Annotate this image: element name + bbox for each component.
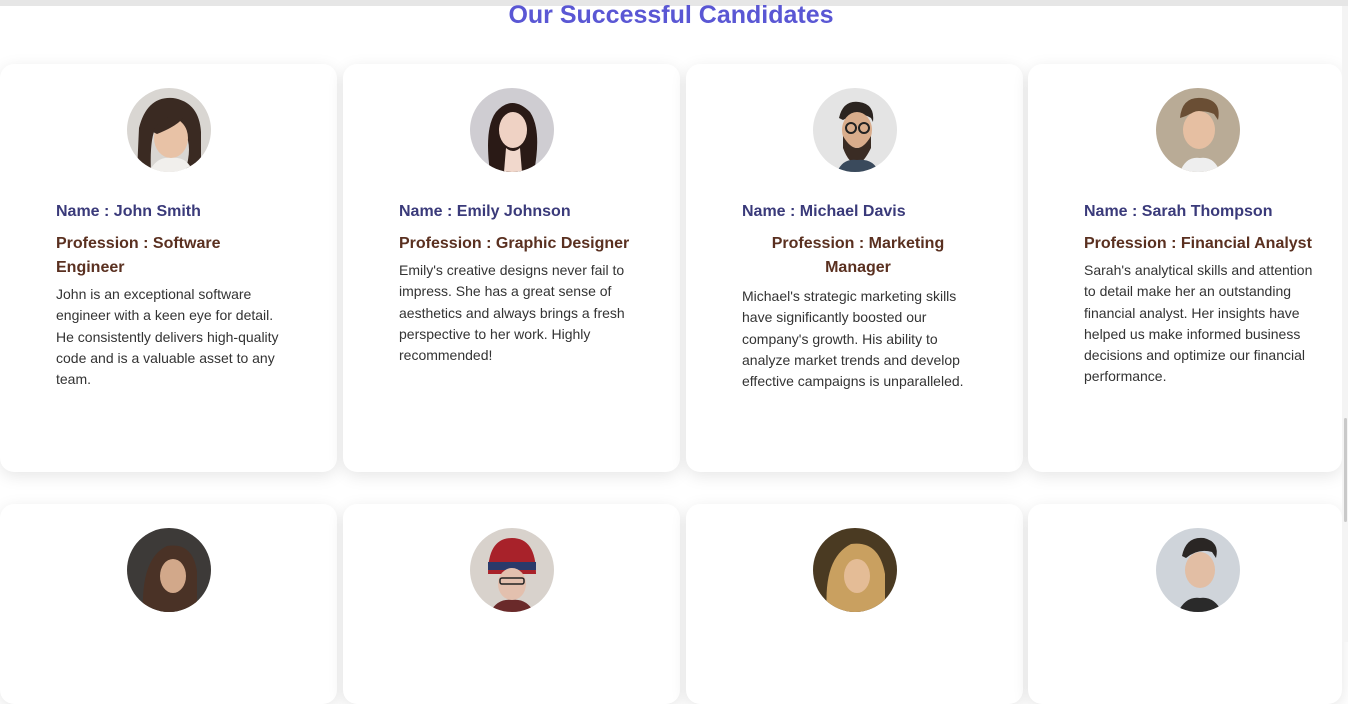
candidate-profession: Profession : Marketing Manager (771, 235, 945, 276)
candidate-name: Name : Michael Davis (742, 203, 906, 220)
candidate-card: Name : Michael Davis Profession : Market… (686, 64, 1023, 472)
candidate-info: Name : Emily Johnson Profession : Graphi… (399, 200, 631, 366)
candidate-card: Name : John Smith Profession : Software … (0, 64, 337, 472)
candidate-avatar (812, 528, 897, 612)
candidate-card: Name : Sarah Thompson Profession : Finan… (1028, 64, 1342, 472)
avatar-photo-icon (126, 528, 211, 612)
candidate-avatar (469, 528, 554, 612)
section-title: Our Successful Candidates (508, 1, 834, 29)
candidate-avatar (1156, 528, 1240, 612)
candidate-description: Sarah's analytical skills and attention … (1084, 262, 1313, 385)
candidate-card: Name : Emily Johnson Profession : Graphi… (343, 64, 680, 472)
candidate-avatar (126, 528, 211, 612)
candidate-profession: Profession : Software Engineer (56, 235, 221, 276)
candidate-card (0, 504, 337, 704)
candidate-profession: Profession : Graphic Designer (399, 235, 630, 252)
candidate-avatar (469, 88, 554, 172)
avatar-photo-icon (469, 528, 554, 612)
avatar-photo-icon (469, 88, 554, 172)
candidate-avatar (126, 88, 211, 172)
candidate-card (686, 504, 1023, 704)
candidate-name: Name : Emily Johnson (399, 203, 571, 220)
avatar-photo-icon (126, 88, 211, 172)
candidate-info: Name : Sarah Thompson Profession : Finan… (1084, 200, 1324, 388)
avatar-photo-icon (1156, 528, 1240, 612)
candidate-info: Name : Michael Davis Profession : Market… (742, 200, 974, 392)
scrollbar-track[interactable] (1342, 6, 1348, 642)
candidate-info: Name : John Smith Profession : Software … (56, 200, 288, 390)
candidate-name: Name : Sarah Thompson (1084, 203, 1273, 220)
candidate-profession: Profession : Financial Analyst (1084, 235, 1312, 252)
candidate-description: Michael's strategic marketing skills hav… (742, 288, 964, 390)
candidate-card (1028, 504, 1342, 704)
avatar-photo-icon (812, 88, 897, 172)
candidate-avatar (1156, 88, 1240, 172)
avatar-photo-icon (1156, 88, 1240, 172)
candidate-name: Name : John Smith (56, 203, 201, 220)
scrollbar-thumb[interactable] (1344, 418, 1347, 522)
candidate-description: Emily's creative designs never fail to i… (399, 262, 625, 364)
candidate-description: John is an exceptional software engineer… (56, 286, 279, 388)
candidate-card (343, 504, 680, 704)
candidate-avatar (812, 88, 897, 172)
avatar-photo-icon (812, 528, 897, 612)
